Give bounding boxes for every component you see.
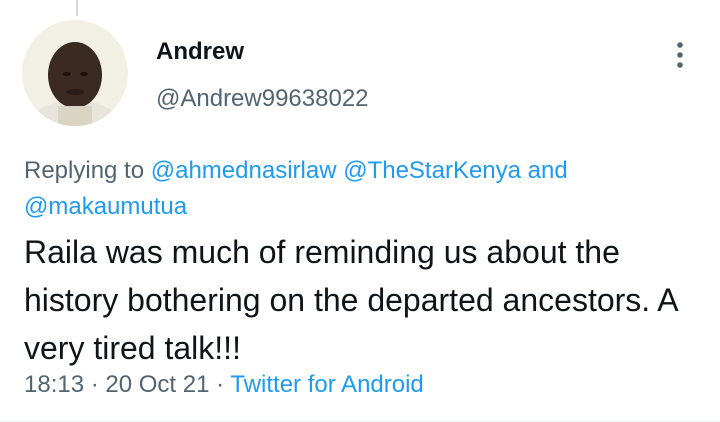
avatar-photo: [22, 20, 128, 126]
author-handle[interactable]: @Andrew99638022: [156, 85, 369, 113]
author-name[interactable]: Andrew: [156, 38, 244, 66]
mention-link-makaumutua[interactable]: @makaumutua: [24, 193, 187, 220]
tweet-meta: 18:13 · 20 Oct 21 · Twitter for Android: [24, 371, 424, 399]
more-vertical-icon: [677, 42, 683, 68]
meta-separator: ·: [84, 371, 106, 398]
tweet-time[interactable]: 18:13: [24, 371, 84, 398]
mention-link-ahmednasirlaw[interactable]: @ahmednasirlaw: [151, 157, 337, 184]
mention-joiner: and: [521, 157, 568, 184]
tweet-text: Raila was much of reminding us about the…: [24, 234, 677, 366]
tweet-date[interactable]: 20 Oct 21: [105, 371, 209, 398]
replying-to-label: Replying to: [24, 157, 151, 184]
meta-separator: ·: [209, 371, 231, 398]
tweet-source-link[interactable]: Twitter for Android: [230, 371, 423, 398]
more-options-button[interactable]: [670, 41, 690, 69]
replying-to: Replying to @ahmednasirlaw @TheStarKenya…: [24, 153, 664, 225]
mention-link-thestarkenya[interactable]: @TheStarKenya: [343, 157, 521, 184]
thread-connector-line: [76, 0, 78, 16]
avatar[interactable]: [22, 20, 128, 126]
